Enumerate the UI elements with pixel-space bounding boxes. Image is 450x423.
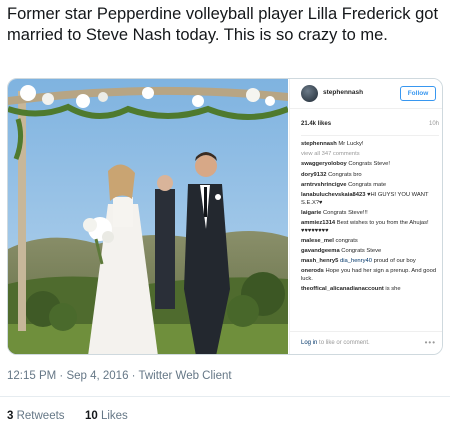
comment: theoffical_alicanadianaccount is she <box>301 286 439 294</box>
comment-text: Congrats mate <box>348 181 387 188</box>
login-prompt-text: to like or comment. <box>319 340 370 346</box>
retweets-label[interactable]: Retweets <box>17 410 65 422</box>
likes-count: 21.4k likes <box>301 121 332 127</box>
comment: onerods Hope you had her sign a prenup. … <box>301 268 439 283</box>
comment: ammiez1314 Best wishes to you from the A… <box>301 220 439 235</box>
comment-text: is she <box>385 286 401 293</box>
tweet-timestamp[interactable]: 12:15 PM · Sep 4, 2016 · Twitter Web Cli… <box>7 370 232 382</box>
comment-text: Mr Lucky! <box>338 141 364 147</box>
comment-text: Congrats bro <box>328 171 362 178</box>
instagram-username[interactable]: stephennash <box>323 89 363 96</box>
post-age: 10h <box>428 121 439 127</box>
likes-count[interactable]: 10 <box>85 410 98 422</box>
comment-user[interactable]: stephennash <box>301 141 337 147</box>
likes-row: 21.4k likes 10h <box>301 121 439 131</box>
comment-user[interactable]: gavandgeema <box>301 248 340 254</box>
comment-user[interactable]: swaggeryoloboy <box>301 161 347 167</box>
comment-user[interactable]: malese_mel <box>301 238 334 244</box>
comment-user[interactable]: arntrvshrincigve <box>301 182 346 188</box>
divider <box>0 396 450 397</box>
divider <box>301 135 439 136</box>
follow-button[interactable]: Follow <box>400 86 436 101</box>
likes-label[interactable]: Likes <box>101 410 128 422</box>
comment: mash_henry5 dia_henry40 proud of our boy <box>301 258 439 266</box>
login-prompt: Log in to like or comment. <box>301 340 370 346</box>
comment-user[interactable]: ammiez1314 <box>301 220 335 226</box>
comments-list: stephennash Mr Lucky! view all 347 comme… <box>301 141 439 321</box>
comment-user[interactable]: theoffical_alicanadianaccount <box>301 286 384 292</box>
comment-user[interactable]: onerods <box>301 268 324 274</box>
comment: malese_mel congrats <box>301 238 439 246</box>
view-all-comments-link[interactable]: view all 347 comments <box>301 151 439 159</box>
comment: lanabuluchevskaia8423 ♥HI GUYS! YOU WANT… <box>301 192 439 207</box>
more-options-icon[interactable]: ••• <box>425 338 436 347</box>
comment-text: Congrats Steve! <box>348 161 390 168</box>
comment-text: Congrats Steve <box>341 247 382 254</box>
tweet-text: Former star Pepperdine volleyball player… <box>7 5 439 44</box>
instagram-header: stephennash Follow <box>290 79 442 109</box>
comment: swaggeryoloboy Congrats Steve! <box>301 161 439 169</box>
comment-text: congrats <box>335 237 358 244</box>
avatar[interactable] <box>301 85 318 102</box>
retweets-count[interactable]: 3 <box>7 410 13 422</box>
comment: dory9132 Congrats bro <box>301 172 439 180</box>
comment-user[interactable]: dory9132 <box>301 172 326 178</box>
instagram-embed[interactable]: stephennash Follow 21.4k likes 10h steph… <box>7 78 443 355</box>
comment-text: proud of our boy <box>373 258 416 265</box>
caption: stephennash Mr Lucky! <box>301 141 439 149</box>
comment-text: Congrats Steve!!! <box>322 209 368 216</box>
login-link[interactable]: Log in <box>301 340 317 346</box>
comment: arntrvshrincigve Congrats mate <box>301 182 439 190</box>
comment: laigarie Congrats Steve!!! <box>301 210 439 218</box>
comment-mention[interactable]: dia_henry40 <box>340 258 372 264</box>
instagram-footer: Log in to like or comment. ••• <box>290 331 442 354</box>
comment-user[interactable]: mash_henry5 <box>301 258 338 264</box>
instagram-panel: stephennash Follow 21.4k likes 10h steph… <box>289 79 442 354</box>
tweet-stats: 3 Retweets 10 Likes <box>7 410 128 422</box>
comment-user[interactable]: lanabuluchevskaia8423 <box>301 192 365 198</box>
wedding-photo[interactable] <box>8 79 288 354</box>
comment: gavandgeema Congrats Steve <box>301 248 439 256</box>
comment-user[interactable]: laigarie <box>301 210 321 216</box>
